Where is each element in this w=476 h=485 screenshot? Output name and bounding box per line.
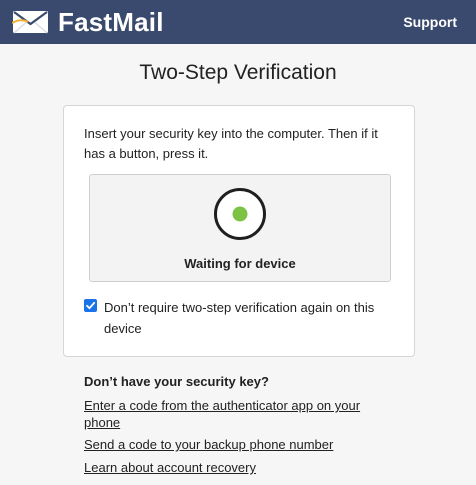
instructions-text: Insert your security key into the comput… (84, 126, 378, 161)
backup-phone-link[interactable]: Send a code to your backup phone number (84, 436, 384, 453)
checkmark-icon (86, 301, 96, 310)
top-bar: FastMail Support (0, 0, 476, 44)
device-status-box: Waiting for device (89, 174, 391, 282)
remember-device-label[interactable]: Don’t require two-step verification agai… (104, 297, 404, 339)
waiting-indicator-icon (214, 188, 266, 240)
page-title: Two-Step Verification (139, 61, 337, 84)
security-key-panel: Insert your security key into the comput… (63, 105, 415, 357)
device-status-text: Waiting for device (184, 256, 296, 271)
authenticator-code-link[interactable]: Enter a code from the authenticator app … (84, 397, 384, 431)
brand[interactable]: FastMail (12, 7, 164, 38)
support-link[interactable]: Support (403, 14, 457, 30)
account-recovery-link[interactable]: Learn about account recovery (84, 459, 384, 476)
alternatives-heading: Don’t have your security key? (84, 374, 269, 389)
envelope-icon (12, 11, 48, 34)
brand-name: FastMail (58, 6, 164, 37)
remember-device-checkbox[interactable] (84, 299, 97, 312)
